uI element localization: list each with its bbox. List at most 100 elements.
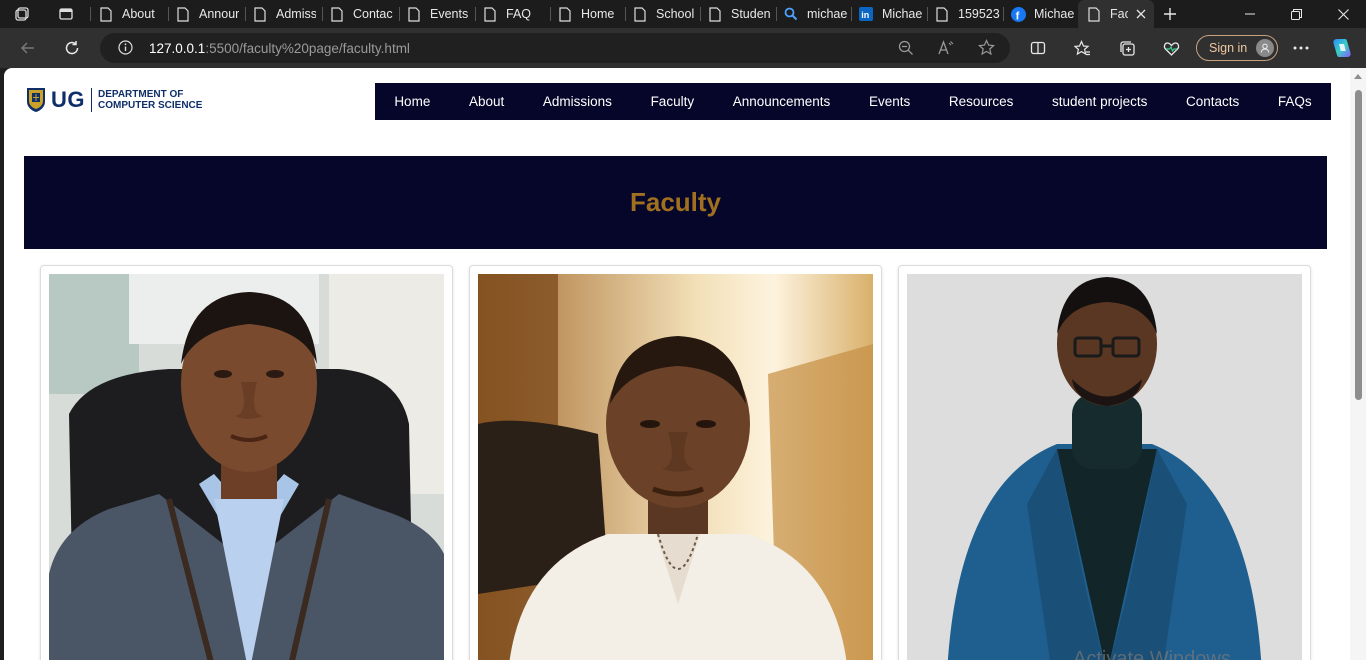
close-tab-icon[interactable] [1136,9,1146,19]
nav-events[interactable]: Events [869,94,910,109]
tab-strip: About Annour Admiss Contac Events FAQ Ho… [0,0,1366,28]
url-text[interactable]: 127.0.0.1:5500/faculty%20page/faculty.ht… [149,41,410,56]
split-screen-icon[interactable] [1024,34,1052,62]
tab-label: Home [581,7,615,21]
page-viewport: UG DEPARTMENT OF COMPUTER SCIENCE Home A… [4,68,1366,660]
nav-contacts[interactable]: Contacts [1186,94,1239,109]
collections-icon[interactable] [1113,34,1141,62]
browser-tab[interactable]: Events [406,0,472,28]
site-logo[interactable]: UG DEPARTMENT OF COMPUTER SCIENCE [26,86,202,114]
windows-activation-watermark: Activate Windows [1073,648,1231,660]
logo-line-2: COMPUTER SCIENCE [98,100,203,111]
faculty-photo [907,274,1302,660]
browser-tab[interactable]: in Michae [858,0,924,28]
tab-label: School [656,7,695,21]
page-scrollbar[interactable] [1350,68,1366,660]
nav-student-projects[interactable]: student projects [1052,94,1147,109]
restore-icon[interactable] [1273,0,1319,28]
logo-divider [91,88,92,112]
browser-tab-active[interactable]: Fac [1078,0,1154,28]
tab-label: Michae [882,7,923,21]
linkedin-icon: in [858,6,874,22]
page-icon [252,6,268,22]
browser-tab[interactable]: FAQ [482,0,546,28]
browser-essentials-icon[interactable] [1157,34,1185,62]
browser-tab[interactable]: Annour [175,0,239,28]
page-icon [934,6,950,22]
close-window-icon[interactable] [1320,0,1366,28]
zoom-out-icon[interactable] [898,40,914,61]
nav-admissions[interactable]: Admissions [543,94,612,109]
nav-resources[interactable]: Resources [949,94,1014,109]
tab-label: Events [430,7,469,21]
nav-announcements[interactable]: Announcements [733,94,831,109]
toolbar: 127.0.0.1:5500/faculty%20page/faculty.ht… [0,28,1366,68]
svg-text:in: in [861,10,869,20]
tab-label: Michae [1034,7,1075,21]
nav-faculty[interactable]: Faculty [651,94,695,109]
faculty-card[interactable] [469,265,882,660]
browser-tab[interactable]: About [98,0,162,28]
favorite-star-icon[interactable] [977,39,996,61]
browser-tab[interactable]: Contac [329,0,393,28]
page-icon [1086,6,1102,22]
svg-text:f: f [1015,10,1019,22]
search-icon [783,6,799,22]
sign-in-label: Sign in [1209,41,1248,55]
tab-label: About [122,7,155,21]
info-icon[interactable] [118,40,133,60]
browser-tab[interactable]: Studen [707,0,771,28]
browser-tab[interactable]: Admiss [252,0,316,28]
tab-actions-icon[interactable] [58,0,82,28]
favorites-icon[interactable] [1068,34,1096,62]
tab-label: michae [807,7,847,21]
tab-label: FAQ [506,7,532,21]
ug-crest-icon [27,88,45,112]
page-icon [98,6,114,22]
url-path: :5500/faculty%20page/faculty.html [205,41,410,56]
page-icon [329,6,345,22]
browser-tab[interactable]: School [632,0,696,28]
browser-tab[interactable]: 159523 [934,0,1000,28]
logo-line-1: DEPARTMENT OF [98,89,184,100]
faculty-card[interactable] [40,265,453,660]
tab-label: 159523 [958,7,1000,21]
nav-faqs[interactable]: FAQs [1278,94,1312,109]
scrollbar-thumb[interactable] [1355,90,1362,400]
tab-label: Fac [1110,7,1128,21]
page-title: Faculty [629,187,722,217]
workspaces-icon[interactable] [14,0,38,28]
refresh-icon[interactable] [58,34,86,62]
copilot-icon[interactable] [1328,34,1356,62]
address-bar[interactable]: 127.0.0.1:5500/faculty%20page/faculty.ht… [100,33,1010,63]
tab-label: Admiss [276,7,316,21]
faculty-photo [478,274,873,660]
tab-label: Contac [353,7,393,21]
browser-tab[interactable]: f Michae [1010,0,1076,28]
faculty-card[interactable] [898,265,1311,660]
url-host: 127.0.0.1 [149,41,206,56]
page-icon [632,6,648,22]
facebook-icon: f [1010,6,1026,22]
page-icon [175,6,191,22]
more-options-icon[interactable] [1287,34,1315,62]
scroll-up-icon[interactable] [1354,74,1362,79]
read-aloud-icon[interactable] [938,40,954,61]
sign-in-button[interactable]: Sign in [1196,35,1278,61]
page-icon [557,6,573,22]
page-icon [406,6,422,22]
logo-department: DEPARTMENT OF COMPUTER SCIENCE [98,89,202,111]
faculty-photo [49,274,444,660]
back-icon[interactable] [14,34,42,62]
page-icon [482,6,498,22]
browser-tab[interactable]: michae [783,0,847,28]
page-banner: Faculty [24,156,1327,249]
browser-tab[interactable]: Home [557,0,621,28]
main-navigation: Home About Admissions Faculty Announceme… [375,83,1331,120]
new-tab-icon[interactable] [1163,0,1183,28]
nav-home[interactable]: Home [394,94,430,109]
minimize-icon[interactable] [1227,0,1273,28]
nav-about[interactable]: About [469,94,504,109]
page-icon [707,6,723,22]
tab-label: Annour [199,7,239,21]
